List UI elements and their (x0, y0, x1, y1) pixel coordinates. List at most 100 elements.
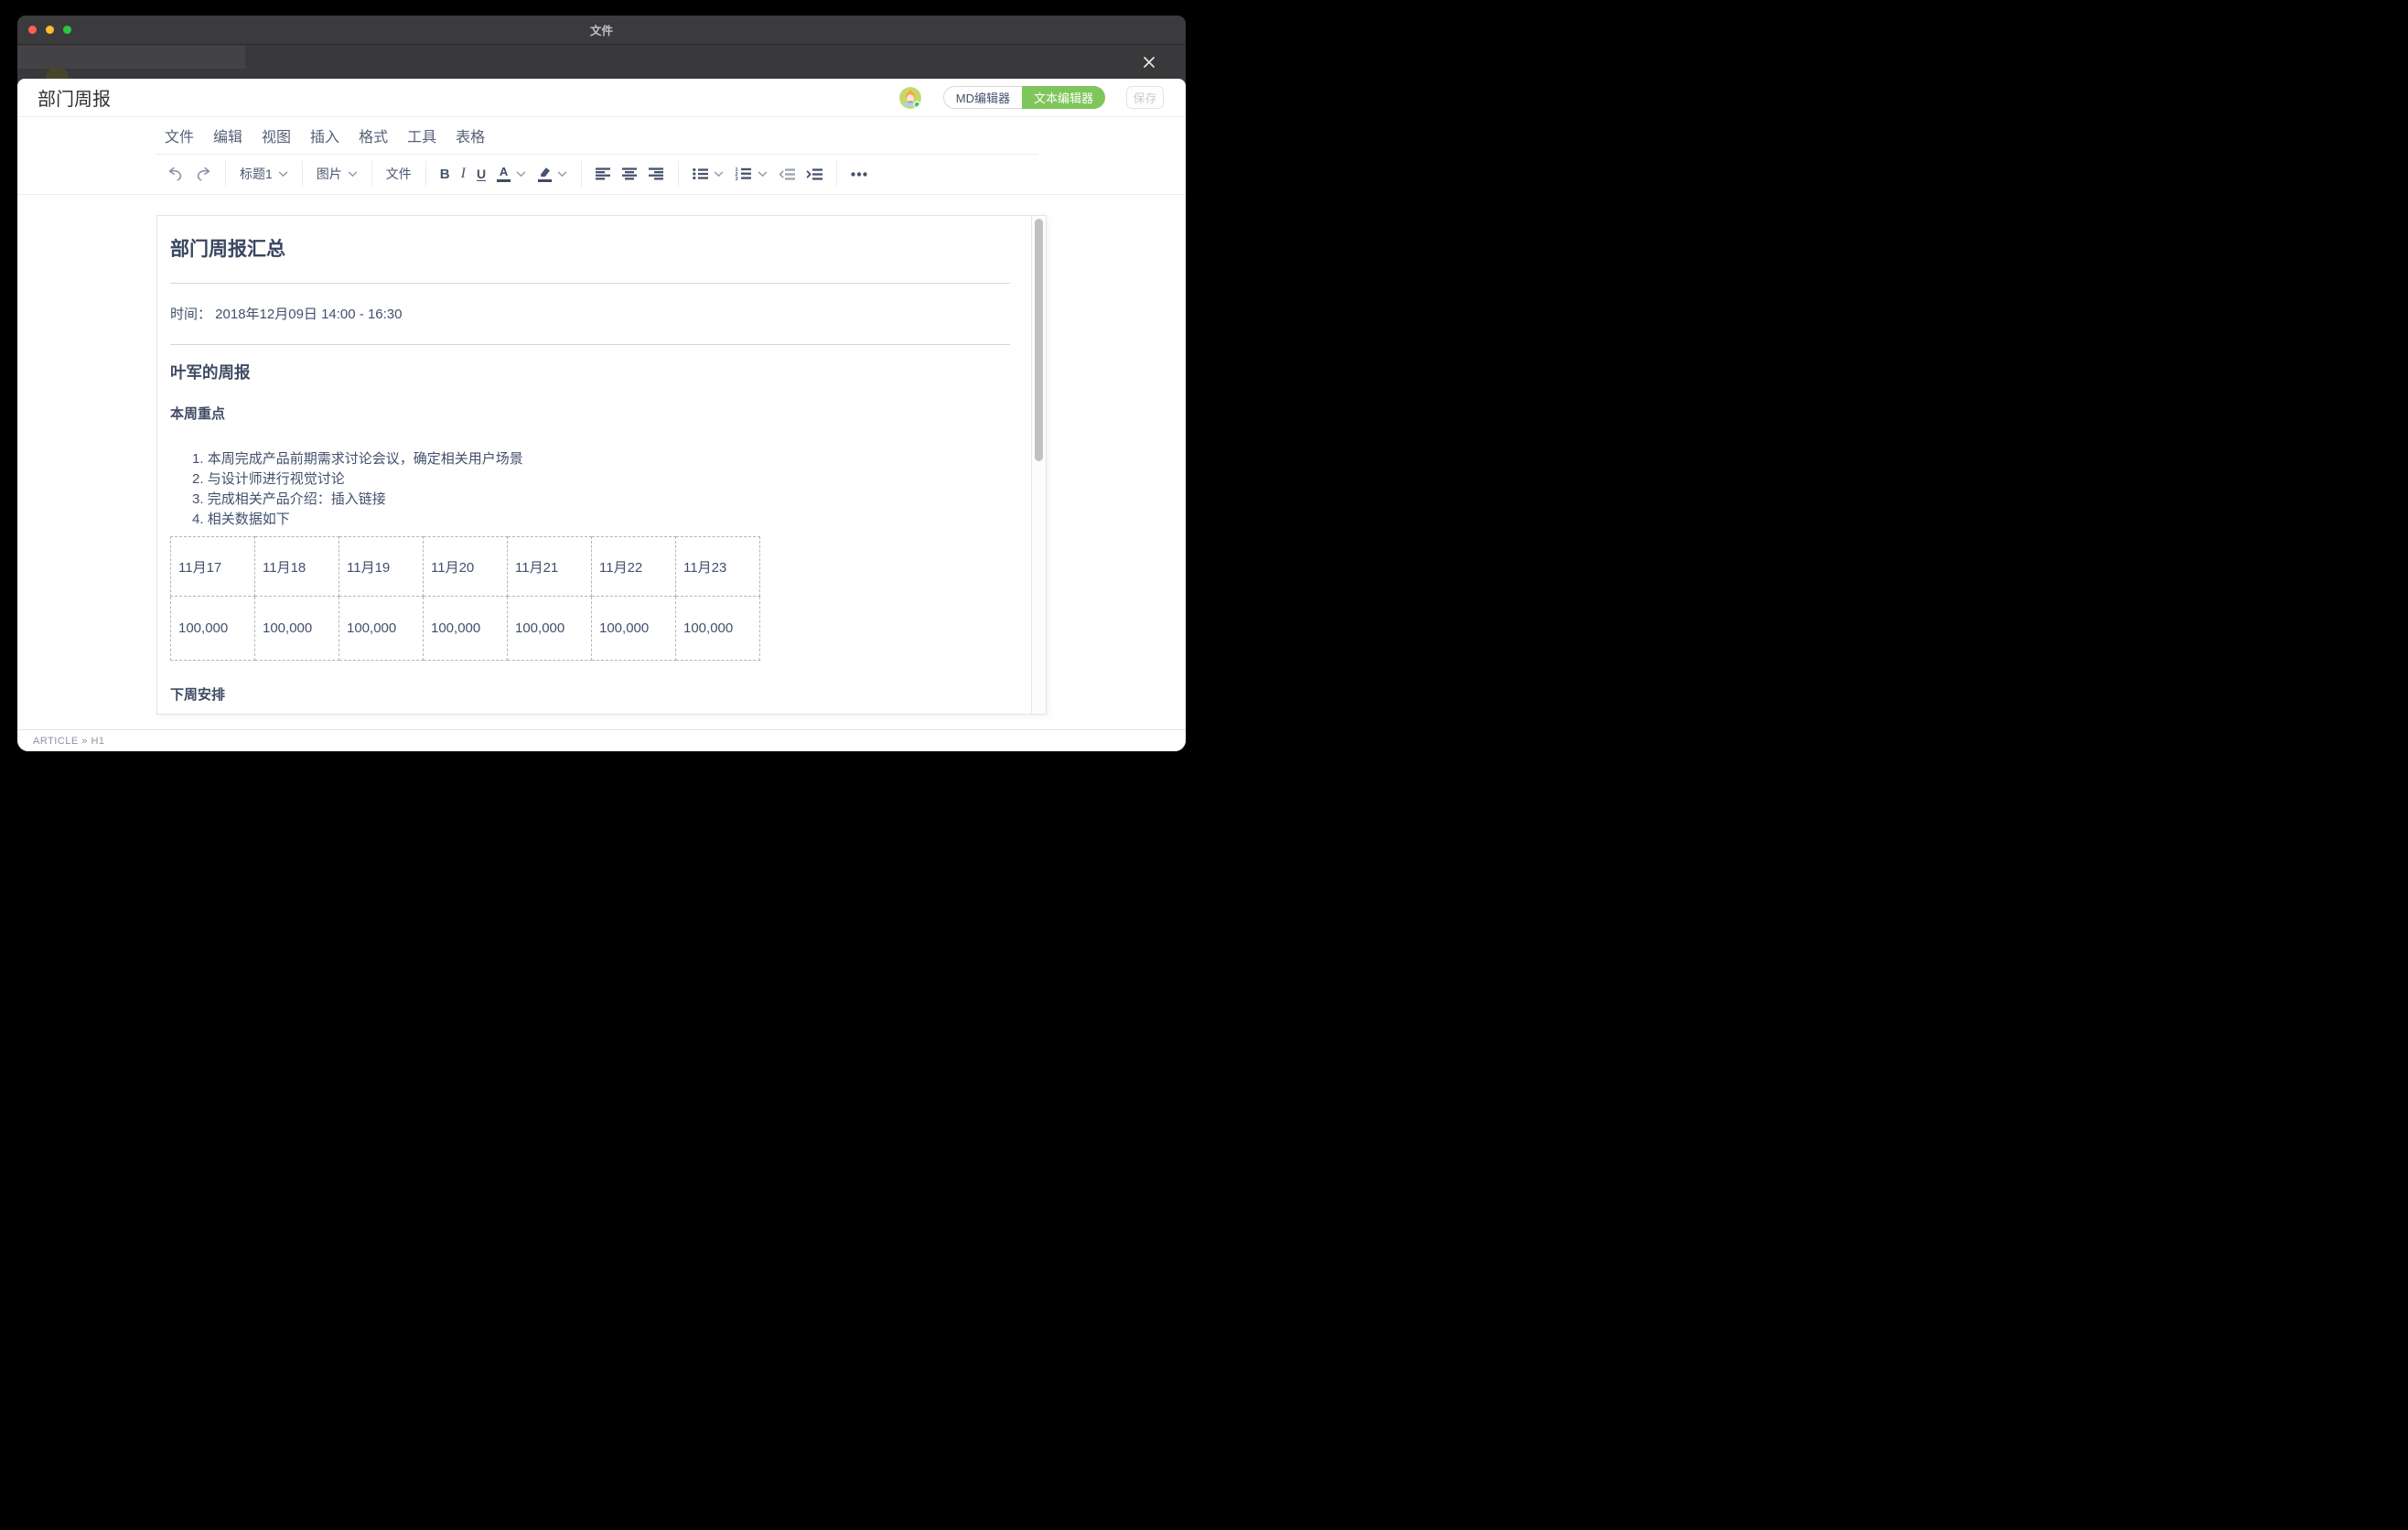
avatar-illustration (899, 87, 921, 109)
table-cell[interactable]: 11月21 (508, 537, 592, 597)
window-title: 文件 (590, 21, 613, 38)
menu-item[interactable]: 格式 (359, 124, 388, 146)
table-row: 11月1711月1811月1911月2011月2111月2211月23 (171, 537, 760, 597)
user-avatar[interactable] (899, 87, 921, 109)
numbered-list-dropdown[interactable]: 1 2 3 (729, 161, 773, 187)
highlighter-icon (537, 167, 552, 182)
table-cell[interactable]: 100,000 (508, 597, 592, 661)
weekly-list: 1. 本周完成产品前期需求讨论会议，确定相关用户场景2. 与设计师进行视觉讨论3… (170, 449, 1010, 530)
align-left-button[interactable] (590, 161, 617, 187)
align-center-icon (622, 167, 638, 180)
subsection-heading: 本周重点 (170, 404, 1010, 423)
table-cell[interactable]: 11月17 (171, 537, 255, 597)
close-window-icon[interactable] (28, 26, 37, 34)
maximize-window-icon[interactable] (63, 26, 71, 34)
subsection-heading-next: 下周安排 (170, 684, 1010, 704)
menu-item[interactable]: 文件 (165, 124, 194, 146)
table-cell[interactable]: 11月20 (424, 537, 508, 597)
heading-dropdown-label: 标题1 (240, 165, 273, 183)
underline-icon: U (477, 167, 486, 181)
doc-h1: 部门周报汇总 (170, 237, 1010, 263)
bold-button[interactable]: B (435, 161, 456, 187)
table-cell[interactable]: 100,000 (424, 597, 508, 661)
menu-item[interactable]: 表格 (456, 124, 485, 146)
underline-button[interactable]: U (471, 161, 491, 187)
toolbar-divider (225, 161, 226, 187)
table-cell[interactable]: 11月22 (592, 537, 676, 597)
close-icon (1143, 56, 1156, 69)
text-editor-button[interactable]: 文本编辑器 (1022, 86, 1105, 109)
table-cell[interactable]: 11月18 (255, 537, 339, 597)
table-cell[interactable]: 100,000 (339, 597, 424, 661)
page-scrollbar[interactable] (1031, 216, 1046, 714)
font-color-dropdown[interactable]: A (491, 161, 532, 187)
document-header: 部门周报 MD编辑器 文本编辑器 保存 (17, 79, 1186, 117)
bullet-list-icon (693, 168, 708, 180)
chevron-down-icon (348, 171, 358, 178)
more-tools-button[interactable] (845, 161, 873, 187)
close-dialog-button[interactable] (1140, 53, 1158, 71)
toolbar-divider (371, 161, 372, 187)
chevron-down-icon (714, 171, 724, 178)
horizontal-rule (170, 283, 1010, 284)
undo-button[interactable] (162, 161, 189, 187)
save-button[interactable]: 保存 (1126, 86, 1164, 109)
italic-button[interactable]: I (456, 161, 471, 187)
align-left-icon (596, 167, 611, 180)
redo-icon (195, 167, 211, 181)
list-item: 1. 本周完成产品前期需求讨论会议，确定相关用户场景 (192, 449, 1010, 469)
editor-panel: 部门周报 MD编辑器 文本编辑器 保存 (17, 79, 1186, 751)
outdent-icon (779, 168, 795, 180)
toolbar-divider (302, 161, 303, 187)
menu-item[interactable]: 编辑 (213, 124, 242, 146)
indent-icon (806, 168, 822, 180)
outdent-button[interactable] (773, 161, 801, 187)
editor-window: 文件 部门周报 (17, 16, 1186, 751)
bold-icon: B (440, 167, 450, 182)
heading-dropdown[interactable]: 标题1 (234, 161, 294, 187)
data-table: 11月1711月1811月1911月2011月2111月2211月23100,0… (170, 536, 760, 661)
table-cell[interactable]: 100,000 (592, 597, 676, 661)
minimize-window-icon[interactable] (46, 26, 54, 34)
align-right-button[interactable] (643, 161, 670, 187)
table-cell[interactable]: 100,000 (171, 597, 255, 661)
numbered-list-icon: 1 2 3 (735, 167, 752, 180)
menu-item[interactable]: 插入 (310, 124, 339, 146)
italic-icon: I (461, 166, 466, 182)
traffic-lights (28, 16, 71, 44)
titlebar[interactable]: 文件 (17, 16, 1186, 45)
chevron-down-icon (278, 171, 288, 178)
svg-text:3: 3 (736, 177, 738, 180)
highlight-dropdown[interactable] (532, 161, 573, 187)
font-color-icon: A (497, 166, 511, 182)
table-cell[interactable]: 100,000 (255, 597, 339, 661)
table-cell[interactable]: 11月23 (676, 537, 760, 597)
horizontal-rule (170, 344, 1010, 345)
document-page[interactable]: 部门周报汇总 时间： 2018年12月09日 14:00 - 16:30 叶军的… (156, 215, 1047, 715)
more-dots-icon (851, 172, 867, 177)
file-attach-label: 文件 (386, 165, 412, 183)
list-item: 4. 相关数据如下 (192, 510, 1010, 530)
md-editor-button[interactable]: MD编辑器 (943, 86, 1022, 109)
chevron-down-icon (516, 171, 526, 178)
toolbar-divider (678, 161, 679, 187)
undo-icon (167, 167, 184, 181)
document-title: 部门周报 (38, 84, 111, 111)
file-attach-button[interactable]: 文件 (381, 161, 417, 187)
image-dropdown[interactable]: 图片 (311, 161, 363, 187)
toolbar-divider (836, 161, 837, 187)
menu-item[interactable]: 视图 (262, 124, 291, 146)
bullet-list-dropdown[interactable] (687, 161, 729, 187)
scrollbar-thumb[interactable] (1035, 219, 1043, 461)
indent-button[interactable] (801, 161, 828, 187)
editor-mode-toggle: MD编辑器 文本编辑器 (943, 86, 1105, 109)
table-cell[interactable]: 11月19 (339, 537, 424, 597)
menu-item[interactable]: 工具 (407, 124, 436, 146)
background-panel (17, 46, 245, 69)
toolbar: 标题1 图片 文件 B I U A (17, 154, 1186, 195)
redo-button[interactable] (189, 161, 217, 187)
table-cell[interactable]: 100,000 (676, 597, 760, 661)
editor-canvas: 部门周报汇总 时间： 2018年12月09日 14:00 - 16:30 叶军的… (17, 195, 1186, 729)
align-right-icon (649, 167, 664, 180)
align-center-button[interactable] (617, 161, 643, 187)
